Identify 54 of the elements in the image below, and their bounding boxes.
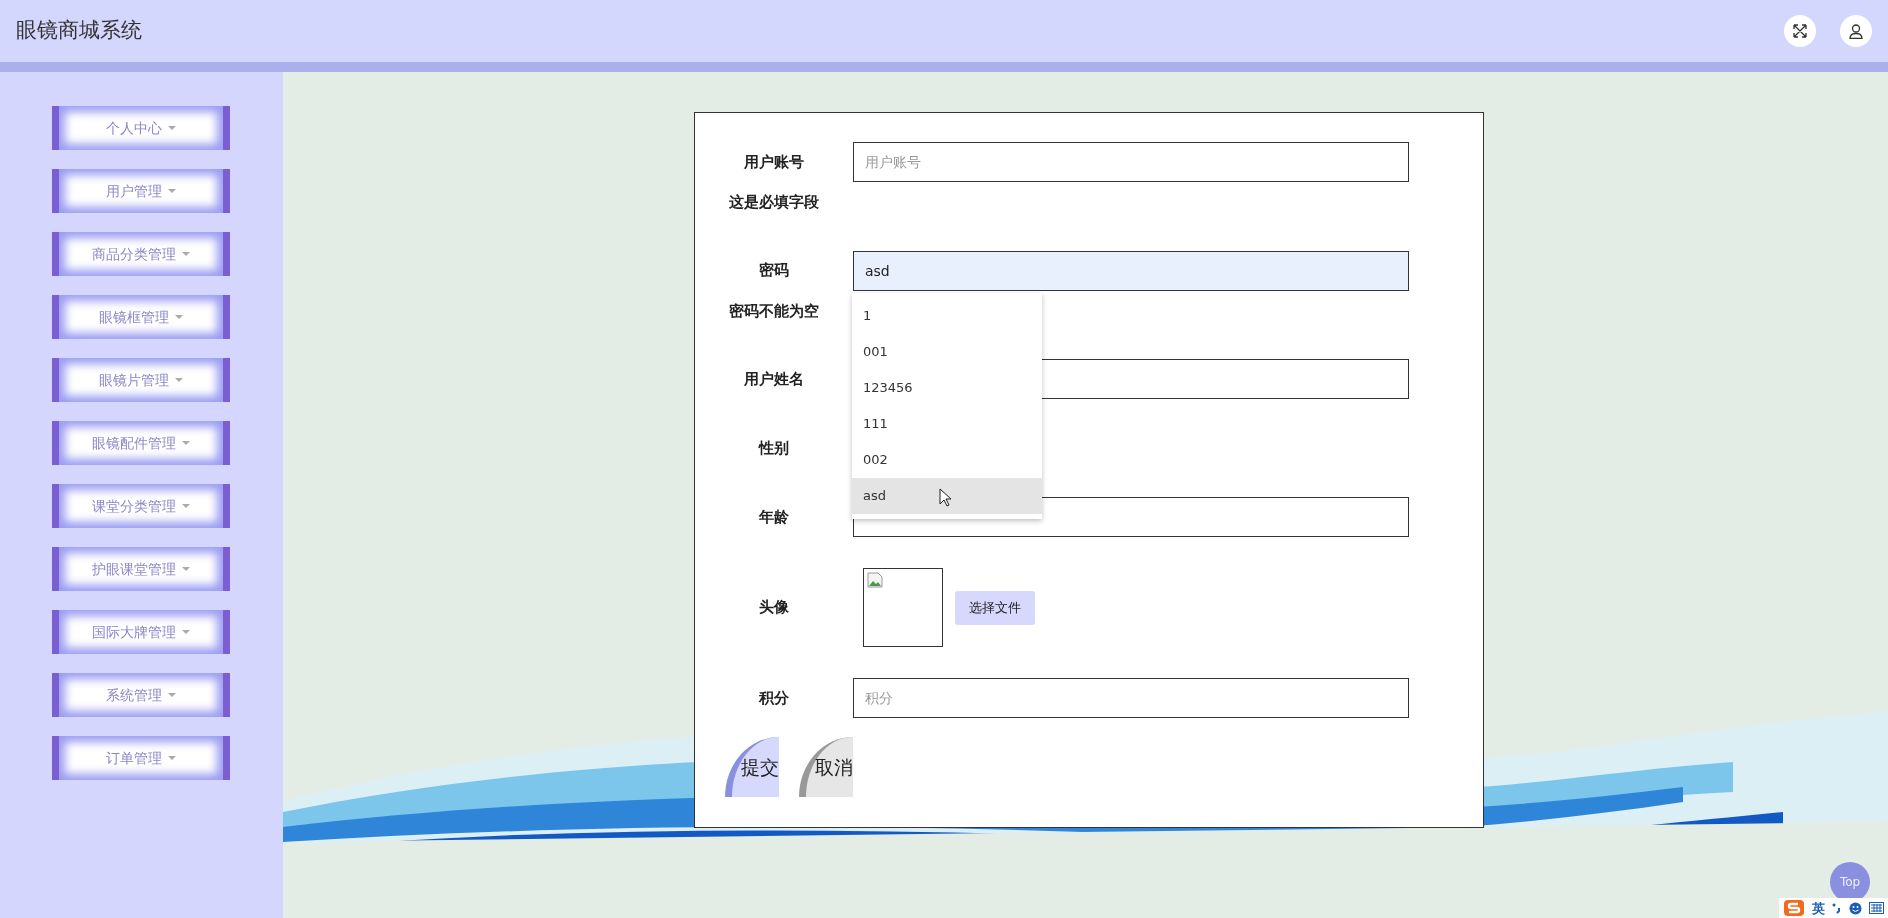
field-label: 密码 — [758, 260, 790, 282]
caret-icon — [182, 252, 190, 256]
cancel-button[interactable]: 取消 — [799, 737, 853, 797]
submit-button[interactable]: 提交 — [725, 737, 779, 797]
suggestion-item[interactable]: 123456 — [852, 369, 1042, 406]
caret-icon — [168, 693, 176, 697]
field-label: 头像 — [758, 597, 790, 619]
input-field[interactable]: 积分 — [853, 678, 1409, 718]
fullscreen-button[interactable] — [1784, 15, 1816, 47]
caret-icon — [182, 441, 190, 445]
sidebar-menu-button[interactable]: 个人中心 — [52, 106, 230, 150]
error-message: 密码不能为空 — [728, 300, 820, 322]
punctuation-icon[interactable] — [1832, 902, 1842, 914]
sidebar-menu-button[interactable]: 商品分类管理 — [52, 232, 230, 276]
caret-icon — [168, 126, 176, 130]
caret-icon — [182, 630, 190, 634]
ime-mode-label[interactable]: 英 — [1812, 901, 1825, 915]
caret-icon — [182, 504, 190, 508]
field-label: 性别 — [757, 437, 790, 459]
expand-icon — [1793, 24, 1807, 38]
user-button[interactable] — [1840, 15, 1872, 47]
caret-icon — [175, 378, 183, 382]
caret-icon — [182, 567, 190, 571]
sidebar-menu-button[interactable]: 订单管理 — [52, 736, 230, 780]
emoji-icon[interactable] — [1849, 901, 1862, 915]
sidebar-menu-button[interactable]: 国际大牌管理 — [52, 610, 230, 654]
field-label: 年龄 — [758, 506, 790, 528]
caret-icon — [168, 756, 176, 760]
choose-file-button[interactable]: 选择文件 — [955, 590, 1035, 625]
sidebar-menu-button[interactable]: 眼镜片管理 — [52, 358, 230, 402]
input-field[interactable]: 用户账号 — [853, 142, 1409, 182]
sidebar-menu-button[interactable]: 课堂分类管理 — [52, 484, 230, 528]
sidebar-menu-button[interactable]: 系统管理 — [52, 673, 230, 717]
sidebar-menu-button[interactable]: 眼镜配件管理 — [52, 421, 230, 465]
suggestion-item[interactable]: 111 — [852, 405, 1042, 442]
suggestion-item[interactable]: 001 — [852, 333, 1042, 370]
suggestion-item[interactable]: asd — [852, 477, 1042, 514]
sidebar-menu-button[interactable]: 眼镜框管理 — [52, 295, 230, 339]
user-icon — [1849, 23, 1863, 39]
caret-icon — [168, 189, 176, 193]
keyboard-icon[interactable] — [1869, 902, 1884, 914]
field-label: 用户姓名 — [743, 368, 805, 390]
broken-image-icon — [867, 572, 883, 588]
suggestion-item[interactable]: 1 — [852, 297, 1042, 334]
caret-icon — [175, 315, 183, 319]
cursor-icon — [939, 487, 952, 507]
field-label: 积分 — [757, 687, 790, 709]
sidebar-menu-button[interactable]: 护眼课堂管理 — [52, 547, 230, 591]
input-field[interactable]: asd — [853, 250, 1409, 291]
error-message: 这是必填字段 — [728, 192, 820, 213]
field-label: 用户账号 — [743, 151, 805, 173]
sidebar-menu-button[interactable]: 用户管理 — [52, 169, 230, 213]
app-title: 眼镜商城系统 — [16, 17, 142, 45]
suggestion-item[interactable]: 002 — [852, 441, 1042, 478]
